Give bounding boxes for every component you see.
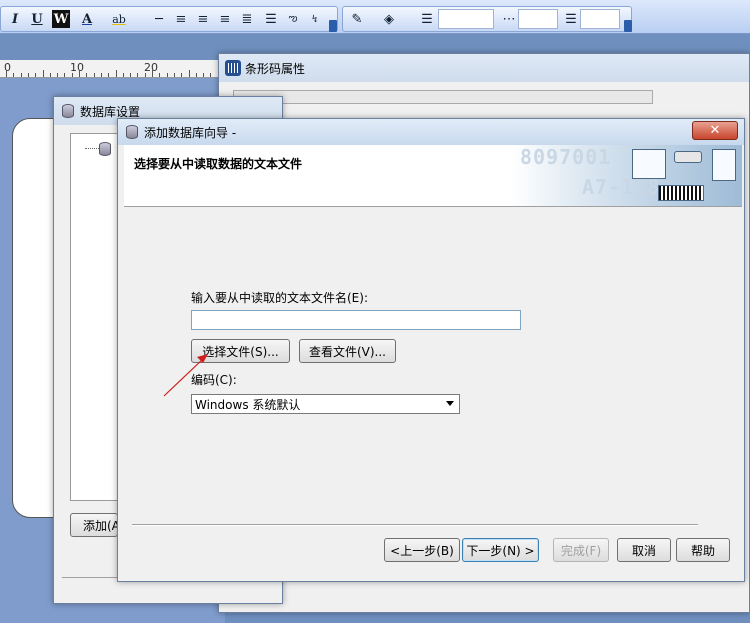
ruler-tick [49, 73, 51, 77]
line-style-select[interactable] [518, 9, 558, 29]
add-database-button[interactable]: 添加(A) [70, 513, 118, 537]
ruler-tick [93, 73, 95, 77]
chevron-down-icon [446, 401, 454, 406]
barcode-icon [225, 60, 241, 76]
underline-button[interactable]: U [28, 10, 46, 28]
align-left-icon[interactable]: ≡ [172, 10, 190, 28]
line-style-icon[interactable]: ⋯ [500, 10, 518, 28]
line-tool-icon[interactable]: ─ [150, 10, 168, 28]
align-center-icon[interactable]: ≡ [194, 10, 212, 28]
barcode-window-tab-strip [233, 90, 653, 104]
ruler-tick [79, 70, 80, 77]
pen-icon[interactable]: ✎ [348, 10, 366, 28]
add-database-wizard-window: 添加数据库向导 - ✕ 选择要从中读取数据的文本文件 8097001 A7-11… [117, 118, 745, 582]
barcode-label-icon [658, 185, 704, 201]
ruler-tick [13, 73, 15, 77]
ruler-tick [137, 73, 139, 77]
cancel-button[interactable]: 取消 [617, 538, 671, 562]
help-button[interactable]: 帮助 [676, 538, 730, 562]
toolbar-overflow-grip[interactable] [329, 20, 337, 32]
wizard-step-title: 选择要从中读取数据的文本文件 [134, 157, 303, 171]
wizard-header-banner: 选择要从中读取数据的文本文件 8097001 A7-118 [124, 145, 742, 207]
finish-button[interactable]: 完成(F) [553, 538, 609, 562]
spreadsheet-icon [632, 149, 666, 179]
justify-icon[interactable]: ≣ [238, 10, 256, 28]
toolbar-overflow-grip-2[interactable] [624, 20, 632, 32]
fill-bucket-icon[interactable]: ◈ [380, 10, 398, 28]
ruler-tick [181, 73, 183, 77]
ruler-tick [152, 70, 153, 77]
border-style-icon[interactable]: ☰ [562, 10, 580, 28]
ruler-tick [195, 73, 197, 77]
ruler-tick [122, 73, 124, 77]
ruler-tick [144, 73, 146, 77]
ruler-tick [173, 73, 175, 77]
distribute-icon[interactable]: ☰ [262, 10, 280, 28]
wizard-button-divider [132, 524, 698, 526]
ruler-tick [210, 73, 212, 77]
filename-input[interactable] [191, 310, 521, 330]
database-icon [62, 104, 74, 118]
ruler-tick [27, 73, 29, 77]
ruler-tick [35, 73, 37, 77]
line-weight-icon[interactable]: ☰ [418, 10, 436, 28]
ruler-tick [108, 73, 110, 77]
close-button[interactable]: ✕ [692, 121, 738, 140]
ruler-tick [42, 70, 44, 77]
back-button[interactable]: <上一步(B) [384, 538, 460, 562]
border-style-select[interactable] [580, 9, 620, 29]
encoding-label: 编码(C): [191, 373, 237, 387]
drive-icon [674, 151, 702, 163]
text-file-icon [712, 149, 736, 181]
italic-button[interactable]: I [6, 10, 24, 28]
barcode-window-title: 条形码属性 [245, 61, 306, 76]
font-color-button[interactable]: A [78, 10, 96, 28]
highlight-button[interactable]: ab [110, 10, 128, 28]
ruler-mark-20: 20 [144, 61, 158, 74]
tree-database-icon [99, 142, 111, 156]
filename-label: 输入要从中读取的文本文件名(E): [191, 291, 368, 305]
ruler-tick [159, 73, 161, 77]
tree-connector-line [85, 148, 99, 149]
ruler-tick [100, 73, 102, 77]
text-direction-icon[interactable]: ↯ [306, 10, 324, 28]
word-style-button[interactable]: W [52, 10, 70, 28]
horizontal-ruler: 0 10 20 [0, 60, 226, 78]
formatting-toolbar: I U W A ab ─ ≡ ≡ ≡ ≣ ☰ ఌ ↯ ✎ ◈ ☰ ⋯ ☰ [0, 0, 750, 34]
text-effect-icon[interactable]: ఌ [284, 10, 302, 28]
align-right-icon[interactable]: ≡ [216, 10, 234, 28]
barcode-window-titlebar[interactable]: 条形码属性 [219, 54, 749, 82]
next-button[interactable]: 下一步(N) > [462, 538, 539, 562]
ruler-tick [71, 73, 73, 77]
ruler-tick [6, 70, 7, 77]
ruler-tick [57, 73, 59, 77]
decoration-number-1: 8097001 [520, 145, 612, 169]
ruler-tick [20, 73, 22, 77]
ruler-tick [166, 73, 168, 77]
wizard-title: 添加数据库向导 - [144, 125, 237, 140]
line-weight-select[interactable] [438, 9, 494, 29]
encoding-select[interactable]: Windows 系统默认 [191, 394, 460, 414]
wizard-titlebar[interactable]: 添加数据库向导 - ✕ [118, 119, 744, 145]
ruler-tick [188, 70, 190, 77]
ruler-tick [115, 70, 117, 77]
barcode-decoration-graphic: 8097001 A7-118 [512, 145, 742, 206]
ruler-tick [86, 73, 88, 77]
choose-file-button[interactable]: 选择文件(S)... [191, 339, 290, 363]
view-file-button[interactable]: 查看文件(V)... [299, 339, 396, 363]
encoding-select-value: Windows 系统默认 [195, 397, 301, 412]
ruler-tick [64, 73, 66, 77]
database-window-title: 数据库设置 [80, 104, 141, 119]
wizard-database-icon [126, 125, 138, 139]
close-icon: ✕ [709, 123, 721, 138]
ruler-tick [203, 73, 205, 77]
ruler-tick [130, 73, 132, 77]
